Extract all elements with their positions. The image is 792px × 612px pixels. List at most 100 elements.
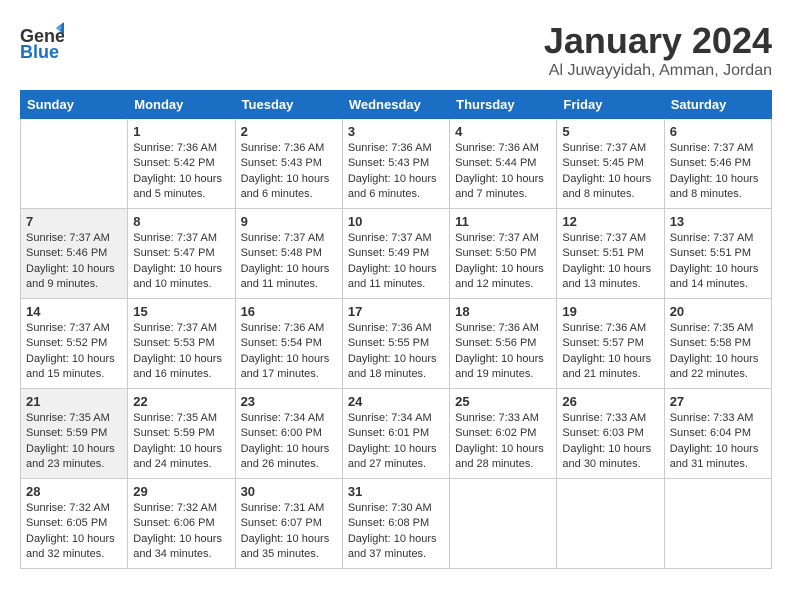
week-row-1: 1Sunrise: 7:36 AM Sunset: 5:42 PM Daylig… xyxy=(21,119,772,209)
day-info: Sunrise: 7:36 AM Sunset: 5:54 PM Dayligh… xyxy=(241,321,337,383)
day-number: 12 xyxy=(562,214,658,229)
day-number: 31 xyxy=(348,484,444,499)
calendar-cell: 7Sunrise: 7:37 AM Sunset: 5:46 PM Daylig… xyxy=(21,209,128,299)
month-title: January 2024 xyxy=(544,20,772,62)
day-number: 21 xyxy=(26,394,122,409)
calendar-header-row: SundayMondayTuesdayWednesdayThursdayFrid… xyxy=(21,91,772,119)
day-header-thursday: Thursday xyxy=(450,91,557,119)
calendar-cell: 18 Sunrise: 7:36 AM Sunset: 5:56 PM Dayli… xyxy=(450,299,557,389)
day-number: 7 xyxy=(26,214,122,229)
day-info: Sunrise: 7:37 AM Sunset: 5:46 PM Dayligh… xyxy=(670,141,766,203)
calendar-cell: 15 Sunrise: 7:37 AM Sunset: 5:53 PM Dayli… xyxy=(128,299,235,389)
calendar-cell: 11 Sunrise: 7:37 AM Sunset: 5:50 PM Dayli… xyxy=(450,209,557,299)
day-info: Sunrise: 7:36 AM Sunset: 5:57 PM Dayligh… xyxy=(562,321,658,383)
calendar-cell: 29 Sunrise: 7:32 AM Sunset: 6:06 PM Dayli… xyxy=(128,479,235,569)
day-info: Sunrise: 7:31 AM Sunset: 6:07 PM Dayligh… xyxy=(241,501,337,563)
day-number: 19 xyxy=(562,304,658,319)
day-header-saturday: Saturday xyxy=(664,91,771,119)
day-header-friday: Friday xyxy=(557,91,664,119)
day-number: 5 xyxy=(562,124,658,139)
day-number: 23 xyxy=(241,394,337,409)
location: Al Juwayyidah, Amman, Jordan xyxy=(544,62,772,80)
calendar-cell: 12 Sunrise: 7:37 AM Sunset: 5:51 PM Dayli… xyxy=(557,209,664,299)
day-number: 22 xyxy=(133,394,229,409)
day-info: Sunrise: 7:32 AM Sunset: 6:05 PM Dayligh… xyxy=(26,501,122,563)
day-number: 1 xyxy=(133,124,229,139)
day-number: 25 xyxy=(455,394,551,409)
calendar-cell: 23 Sunrise: 7:34 AM Sunset: 6:00 PM Dayli… xyxy=(235,389,342,479)
day-number: 4 xyxy=(455,124,551,139)
day-number: 15 xyxy=(133,304,229,319)
week-row-4: 21 Sunrise: 7:35 AM Sunset: 5:59 PM Dayli… xyxy=(21,389,772,479)
day-info: Sunrise: 7:37 AM Sunset: 5:53 PM Dayligh… xyxy=(133,321,229,383)
day-number: 29 xyxy=(133,484,229,499)
week-row-3: 14Sunrise: 7:37 AM Sunset: 5:52 PM Dayli… xyxy=(21,299,772,389)
day-info: Sunrise: 7:33 AM Sunset: 6:03 PM Dayligh… xyxy=(562,411,658,473)
title-block: January 2024 Al Juwayyidah, Amman, Jorda… xyxy=(544,20,772,80)
calendar-cell: 14Sunrise: 7:37 AM Sunset: 5:52 PM Dayli… xyxy=(21,299,128,389)
day-info: Sunrise: 7:34 AM Sunset: 6:01 PM Dayligh… xyxy=(348,411,444,473)
day-info: Sunrise: 7:36 AM Sunset: 5:43 PM Dayligh… xyxy=(348,141,444,203)
day-number: 10 xyxy=(348,214,444,229)
logo-icon: General Blue xyxy=(20,20,64,64)
calendar-body: 1Sunrise: 7:36 AM Sunset: 5:42 PM Daylig… xyxy=(21,119,772,569)
calendar-cell xyxy=(21,119,128,209)
day-number: 28 xyxy=(26,484,122,499)
calendar-cell: 9Sunrise: 7:37 AM Sunset: 5:48 PM Daylig… xyxy=(235,209,342,299)
day-info: Sunrise: 7:30 AM Sunset: 6:08 PM Dayligh… xyxy=(348,501,444,563)
logo: General Blue xyxy=(20,20,70,69)
day-info: Sunrise: 7:35 AM Sunset: 5:59 PM Dayligh… xyxy=(133,411,229,473)
calendar-cell: 2Sunrise: 7:36 AM Sunset: 5:43 PM Daylig… xyxy=(235,119,342,209)
day-info: Sunrise: 7:37 AM Sunset: 5:50 PM Dayligh… xyxy=(455,231,551,293)
day-header-monday: Monday xyxy=(128,91,235,119)
calendar-cell: 26 Sunrise: 7:33 AM Sunset: 6:03 PM Dayli… xyxy=(557,389,664,479)
calendar-cell: 30Sunrise: 7:31 AM Sunset: 6:07 PM Dayli… xyxy=(235,479,342,569)
day-info: Sunrise: 7:37 AM Sunset: 5:45 PM Dayligh… xyxy=(562,141,658,203)
calendar-cell: 3 Sunrise: 7:36 AM Sunset: 5:43 PM Daylig… xyxy=(342,119,449,209)
day-info: Sunrise: 7:33 AM Sunset: 6:02 PM Dayligh… xyxy=(455,411,551,473)
day-info: Sunrise: 7:37 AM Sunset: 5:51 PM Dayligh… xyxy=(562,231,658,293)
calendar-cell: 1Sunrise: 7:36 AM Sunset: 5:42 PM Daylig… xyxy=(128,119,235,209)
page-header: General Blue January 2024 Al Juwayyidah,… xyxy=(20,20,772,80)
day-number: 18 xyxy=(455,304,551,319)
day-number: 6 xyxy=(670,124,766,139)
calendar-cell: 17Sunrise: 7:36 AM Sunset: 5:55 PM Dayli… xyxy=(342,299,449,389)
calendar-cell xyxy=(557,479,664,569)
day-info: Sunrise: 7:36 AM Sunset: 5:56 PM Dayligh… xyxy=(455,321,551,383)
day-info: Sunrise: 7:37 AM Sunset: 5:49 PM Dayligh… xyxy=(348,231,444,293)
calendar-cell: 22 Sunrise: 7:35 AM Sunset: 5:59 PM Dayli… xyxy=(128,389,235,479)
day-info: Sunrise: 7:37 AM Sunset: 5:51 PM Dayligh… xyxy=(670,231,766,293)
day-info: Sunrise: 7:37 AM Sunset: 5:52 PM Dayligh… xyxy=(26,321,122,383)
day-info: Sunrise: 7:34 AM Sunset: 6:00 PM Dayligh… xyxy=(241,411,337,473)
calendar-cell xyxy=(450,479,557,569)
calendar-cell: 16 Sunrise: 7:36 AM Sunset: 5:54 PM Dayli… xyxy=(235,299,342,389)
calendar-cell: 21Sunrise: 7:35 AM Sunset: 5:59 PM Dayli… xyxy=(21,389,128,479)
day-number: 26 xyxy=(562,394,658,409)
day-info: Sunrise: 7:36 AM Sunset: 5:44 PM Dayligh… xyxy=(455,141,551,203)
calendar-cell: 6 Sunrise: 7:37 AM Sunset: 5:46 PM Daylig… xyxy=(664,119,771,209)
calendar-cell: 8 Sunrise: 7:37 AM Sunset: 5:47 PM Daylig… xyxy=(128,209,235,299)
calendar-cell: 27Sunrise: 7:33 AM Sunset: 6:04 PM Dayli… xyxy=(664,389,771,479)
calendar-cell xyxy=(664,479,771,569)
calendar-cell: 4 Sunrise: 7:36 AM Sunset: 5:44 PM Daylig… xyxy=(450,119,557,209)
day-number: 27 xyxy=(670,394,766,409)
day-header-wednesday: Wednesday xyxy=(342,91,449,119)
calendar-table: SundayMondayTuesdayWednesdayThursdayFrid… xyxy=(20,90,772,569)
calendar-cell: 24Sunrise: 7:34 AM Sunset: 6:01 PM Dayli… xyxy=(342,389,449,479)
day-number: 13 xyxy=(670,214,766,229)
day-info: Sunrise: 7:32 AM Sunset: 6:06 PM Dayligh… xyxy=(133,501,229,563)
day-number: 16 xyxy=(241,304,337,319)
day-info: Sunrise: 7:35 AM Sunset: 5:58 PM Dayligh… xyxy=(670,321,766,383)
day-number: 9 xyxy=(241,214,337,229)
week-row-2: 7Sunrise: 7:37 AM Sunset: 5:46 PM Daylig… xyxy=(21,209,772,299)
day-number: 8 xyxy=(133,214,229,229)
day-header-sunday: Sunday xyxy=(21,91,128,119)
day-number: 3 xyxy=(348,124,444,139)
calendar-cell: 13 Sunrise: 7:37 AM Sunset: 5:51 PM Dayli… xyxy=(664,209,771,299)
calendar-cell: 10 Sunrise: 7:37 AM Sunset: 5:49 PM Dayli… xyxy=(342,209,449,299)
day-info: Sunrise: 7:37 AM Sunset: 5:47 PM Dayligh… xyxy=(133,231,229,293)
day-info: Sunrise: 7:36 AM Sunset: 5:43 PM Dayligh… xyxy=(241,141,337,203)
day-number: 11 xyxy=(455,214,551,229)
calendar-cell: 5 Sunrise: 7:37 AM Sunset: 5:45 PM Daylig… xyxy=(557,119,664,209)
calendar-cell: 25 Sunrise: 7:33 AM Sunset: 6:02 PM Dayli… xyxy=(450,389,557,479)
